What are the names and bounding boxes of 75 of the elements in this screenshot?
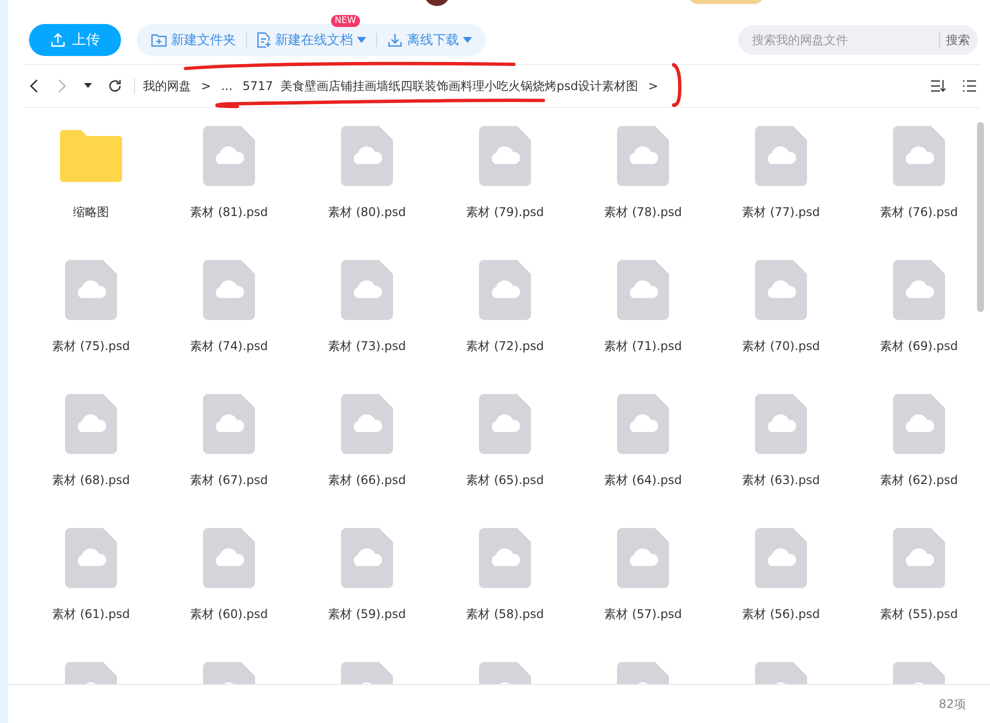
- file-name[interactable]: 素材 (80).psd: [328, 204, 406, 221]
- file-name[interactable]: 素材 (71).psd: [604, 338, 682, 355]
- file-name[interactable]: 素材 (55).psd: [880, 606, 958, 623]
- file-icon[interactable]: [203, 260, 255, 320]
- file-icon[interactable]: [479, 260, 531, 320]
- file-name[interactable]: 素材 (75).psd: [52, 338, 130, 355]
- file-icon[interactable]: [755, 126, 807, 186]
- file-icon[interactable]: [893, 394, 945, 454]
- breadcrumb-item[interactable]: 5717 美食壁画店铺挂画墙纸四联装饰画料理小吃火锅烧烤psd设计素材图: [242, 78, 638, 94]
- file-icon[interactable]: [893, 528, 945, 588]
- file-name[interactable]: 缩略图: [73, 204, 109, 221]
- file-name[interactable]: 素材 (70).psd: [742, 338, 820, 355]
- file-icon[interactable]: [617, 260, 669, 320]
- file-icon[interactable]: [479, 394, 531, 454]
- breadcrumb-item[interactable]: 我的网盘: [143, 78, 191, 94]
- list-view-icon[interactable]: [962, 80, 976, 92]
- file-name[interactable]: 素材 (67).psd: [190, 472, 268, 489]
- breadcrumb-item[interactable]: >: [201, 79, 212, 93]
- file-icon[interactable]: [617, 126, 669, 186]
- file-name[interactable]: 素材 (58).psd: [466, 606, 544, 623]
- file-name[interactable]: 素材 (66).psd: [328, 472, 406, 489]
- file-name[interactable]: 素材 (59).psd: [328, 606, 406, 623]
- upload-icon: [50, 32, 66, 48]
- file-name[interactable]: 素材 (81).psd: [190, 204, 268, 221]
- file-icon[interactable]: [203, 126, 255, 186]
- file-icon[interactable]: [341, 126, 393, 186]
- file-icon[interactable]: [341, 394, 393, 454]
- forward-icon[interactable]: [56, 79, 68, 93]
- search-field[interactable]: 搜索我的网盘文件 搜索: [738, 25, 978, 55]
- file-name[interactable]: 素材 (74).psd: [190, 338, 268, 355]
- file-icon[interactable]: [65, 394, 117, 454]
- sort-icon[interactable]: [930, 79, 946, 93]
- file-icon[interactable]: [203, 528, 255, 588]
- breadcrumb-item[interactable]: >: [648, 79, 658, 93]
- file-icon[interactable]: [617, 528, 669, 588]
- file-name[interactable]: 素材 (62).psd: [880, 472, 958, 489]
- scribble-line: [672, 62, 682, 108]
- file-name[interactable]: 素材 (73).psd: [328, 338, 406, 355]
- file-name[interactable]: 素材 (79).psd: [466, 204, 544, 221]
- file-name[interactable]: 素材 (64).psd: [604, 472, 682, 489]
- file-icon[interactable]: [341, 260, 393, 320]
- search-button[interactable]: 搜索: [946, 32, 970, 48]
- file-icon[interactable]: [65, 528, 117, 588]
- document-plus-icon: [257, 32, 271, 48]
- file-name[interactable]: 素材 (77).psd: [742, 204, 820, 221]
- breadcrumb-item[interactable]: ...: [221, 79, 233, 93]
- file-icon[interactable]: [755, 528, 807, 588]
- file-name[interactable]: 素材 (78).psd: [604, 204, 682, 221]
- new-badge: NEW: [330, 15, 360, 27]
- file-icon[interactable]: [893, 126, 945, 186]
- download-icon: [387, 32, 403, 48]
- file-icon[interactable]: [755, 260, 807, 320]
- file-name[interactable]: 素材 (76).psd: [880, 204, 958, 221]
- refresh-icon[interactable]: [108, 79, 122, 93]
- folder-plus-icon: [151, 33, 167, 47]
- file-icon[interactable]: [617, 394, 669, 454]
- file-name[interactable]: 素材 (69).psd: [880, 338, 958, 355]
- file-name[interactable]: 素材 (57).psd: [604, 606, 682, 623]
- caret-icon[interactable]: [84, 83, 92, 89]
- file-icon[interactable]: [893, 260, 945, 320]
- file-name[interactable]: 素材 (72).psd: [466, 338, 544, 355]
- item-count: 82项: [938, 696, 966, 712]
- file-name[interactable]: 素材 (56).psd: [742, 606, 820, 623]
- file-name[interactable]: 素材 (63).psd: [742, 472, 820, 489]
- file-icon[interactable]: [479, 528, 531, 588]
- file-icon[interactable]: [479, 126, 531, 186]
- file-icon[interactable]: [755, 394, 807, 454]
- file-icon[interactable]: [203, 394, 255, 454]
- file-name[interactable]: 素材 (68).psd: [52, 472, 130, 489]
- file-name[interactable]: 素材 (60).psd: [190, 606, 268, 623]
- file-name[interactable]: 素材 (61).psd: [52, 606, 130, 623]
- file-icon[interactable]: [65, 260, 117, 320]
- file-name[interactable]: 素材 (65).psd: [466, 472, 544, 489]
- file-icon[interactable]: [341, 528, 393, 588]
- back-icon[interactable]: [28, 79, 40, 93]
